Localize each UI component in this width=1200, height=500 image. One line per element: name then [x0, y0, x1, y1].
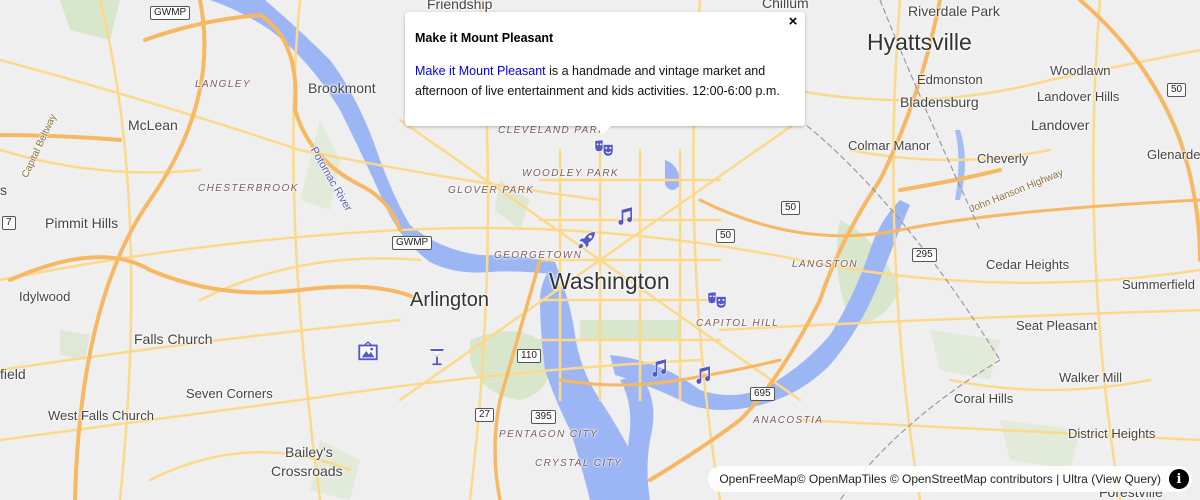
label-west-falls-church: West Falls Church — [48, 408, 154, 423]
rocket-icon — [578, 231, 596, 249]
theater-masks-icon — [707, 291, 727, 309]
label-edge-s: s — [0, 182, 7, 198]
popup-event-link[interactable]: Make it Mount Pleasant — [415, 64, 546, 78]
popup-description: Make it Mount Pleasant is a handmade and… — [415, 61, 790, 101]
label-landover-hills: Landover Hills — [1037, 89, 1120, 104]
label-anacostia: Anacostia — [753, 415, 824, 426]
label-washington: Washington — [549, 268, 670, 294]
label-riverdale-park: Riverdale Park — [908, 3, 1000, 19]
shield-us50-east: 50 — [1167, 83, 1187, 97]
shield-i295: 295 — [912, 248, 937, 262]
label-coral-hills: Coral Hills — [954, 391, 1014, 406]
label-colmar-manor: Colmar Manor — [848, 138, 931, 153]
label-bladensburg: Bladensburg — [900, 94, 979, 110]
label-capitol-hill: Capitol Hill — [696, 318, 780, 329]
label-woodley-park: Woodley Park — [522, 168, 620, 179]
label-chillum: Chillum — [762, 0, 809, 11]
theater-masks-icon — [594, 139, 614, 157]
popup-close-button[interactable]: × — [785, 14, 801, 30]
label-langston: Langston — [792, 259, 859, 270]
label-cedar-heights: Cedar Heights — [986, 257, 1070, 272]
label-crossroads: Crossroads — [271, 463, 343, 479]
picture-icon — [358, 341, 378, 361]
label-chesterbrook: Chesterbrook — [198, 183, 299, 194]
label-glover-park: Glover Park — [448, 185, 535, 196]
music-marker-wharf[interactable] — [648, 357, 670, 379]
shield-us50-b: 50 — [716, 229, 736, 243]
theater-marker-mount-pleasant[interactable] — [593, 137, 615, 159]
shield-va27: 27 — [475, 408, 495, 422]
attribution-text[interactable]: OpenFreeMap© OpenMapTiles © OpenStreetMa… — [719, 472, 1161, 486]
label-edmonston: Edmonston — [917, 72, 983, 87]
cocktail-marker[interactable] — [426, 345, 448, 367]
label-hyattsville: Hyattsville — [867, 29, 972, 55]
label-glenarden: Glenarde — [1147, 147, 1200, 162]
label-friendship: Friendship — [427, 0, 493, 12]
label-seat-pleasant: Seat Pleasant — [1016, 318, 1097, 333]
rocket-marker[interactable] — [576, 229, 598, 251]
label-baileys: Bailey's — [285, 444, 333, 460]
theater-marker-capitol-hill[interactable] — [706, 289, 728, 311]
map-attribution: OpenFreeMap© OpenMapTiles © OpenStreetMa… — [708, 466, 1192, 492]
label-langley: Langley — [195, 79, 251, 90]
label-pentagon-city: Pentagon City — [499, 429, 599, 440]
label-cheverly: Cheverly — [977, 151, 1029, 166]
label-landover: Landover — [1031, 117, 1090, 133]
info-icon[interactable]: i — [1169, 469, 1189, 489]
label-seven-corners: Seven Corners — [186, 386, 273, 401]
music-note-icon — [617, 206, 633, 226]
music-marker-navy-yard[interactable] — [692, 364, 714, 386]
cocktail-icon — [428, 348, 446, 366]
label-brookmont: Brookmont — [308, 80, 376, 96]
music-note-icon — [651, 358, 667, 378]
label-summerfield: Summerfield — [1122, 277, 1195, 292]
label-walker-mill: Walker Mill — [1059, 370, 1123, 385]
shield-i395: 395 — [531, 410, 556, 424]
popup-title: Make it Mount Pleasant — [415, 31, 554, 45]
label-crystal-city: Crystal City — [535, 458, 623, 469]
label-arlington: Arlington — [410, 289, 489, 311]
label-woodlawn: Woodlawn — [1050, 63, 1111, 78]
shield-gwmp-north: GWMP — [150, 6, 191, 20]
shield-va110: 110 — [517, 349, 541, 363]
label-georgetown: Georgetown — [494, 250, 583, 261]
event-popup: × Make it Mount Pleasant Make it Mount P… — [405, 12, 805, 134]
label-pimmit-hills: Pimmit Hills — [45, 215, 119, 231]
shield-va7: 7 — [2, 216, 16, 230]
music-marker-dupont[interactable] — [614, 205, 636, 227]
gallery-marker[interactable] — [357, 340, 379, 362]
music-note-icon — [695, 365, 711, 385]
shield-gwmp-south: GWMP — [392, 236, 433, 250]
label-cleveland-park: Cleveland Park — [498, 125, 607, 136]
label-district-heights: District Heights — [1068, 426, 1156, 441]
popup-tip — [595, 126, 611, 134]
label-falls-church: Falls Church — [134, 331, 213, 347]
shield-i695: 695 — [750, 387, 775, 401]
label-idylwood: Idylwood — [19, 289, 71, 304]
label-mclean: McLean — [128, 117, 178, 133]
label-edge-field: field — [0, 366, 26, 382]
shield-us50-a: 50 — [781, 201, 801, 215]
